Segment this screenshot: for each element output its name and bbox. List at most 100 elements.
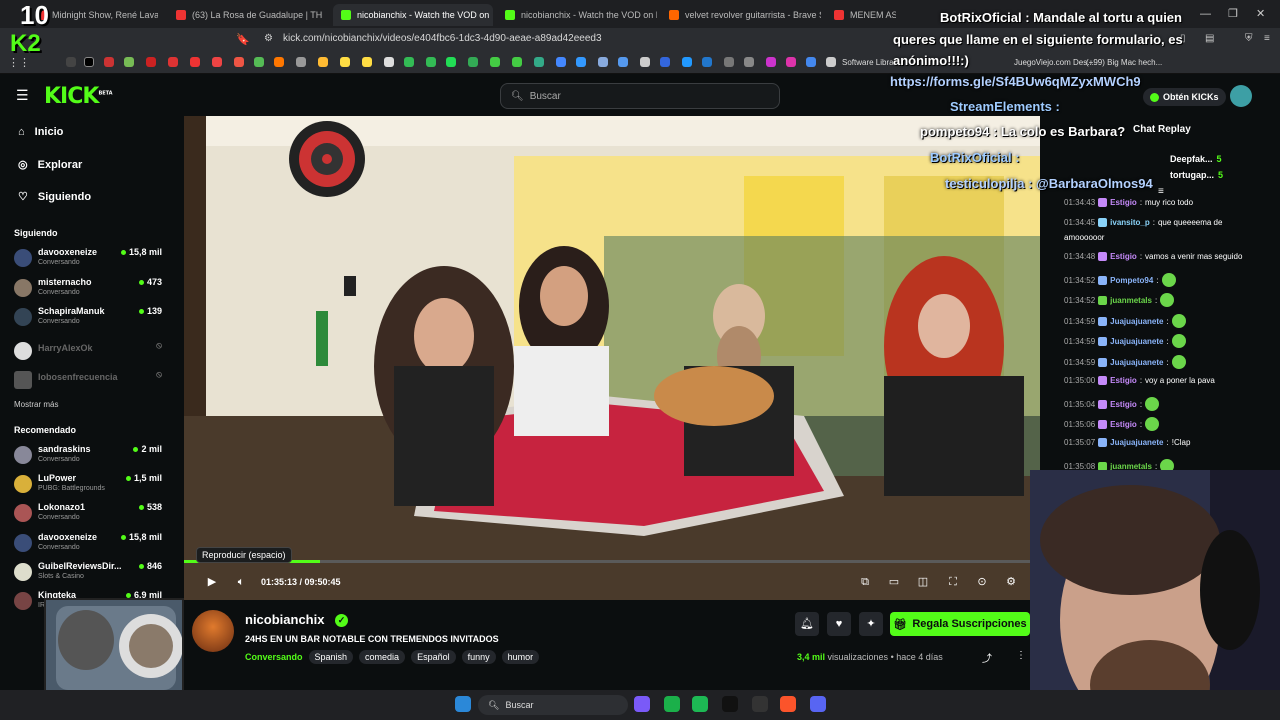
site-settings-icon[interactable]: ⚙ [264,33,273,44]
speed-icon[interactable]: ⊙ [975,575,989,589]
maximize-icon[interactable]: ❐ [1228,7,1238,20]
chat-username[interactable]: juanmetals [1110,296,1152,305]
chat-username[interactable]: ivansito_p [1110,218,1150,227]
bookmark-link[interactable]: JuegoViejo.com Des... [1014,58,1094,67]
bookmark-icon[interactable] [340,57,350,67]
sidebar-channel[interactable]: GuibelReviewsDir... Slots & Casino 846 [14,561,164,587]
bookmark-icon[interactable] [146,57,156,67]
chat-username[interactable]: Juajuajuanete [1110,337,1163,346]
bookmark-icon[interactable] [274,57,284,67]
menu-icon[interactable]: ≡ [1264,33,1270,44]
linkedin-bookmark-icon[interactable] [702,57,712,67]
video-player[interactable] [184,116,1040,600]
tag[interactable]: comedia [359,650,406,664]
show-more-link[interactable]: Mostrar más [14,400,58,409]
browser-tab[interactable]: MENEM ASTR [826,4,896,26]
sidebar-channel-offline[interactable]: lobosenfrecuencia ⦸ [14,369,164,395]
tag[interactable]: Spanish [308,650,354,664]
bookmark-icon[interactable] [468,57,478,67]
bookmark-icon[interactable] [168,57,178,67]
channel-name[interactable]: nicobianchix [245,612,324,627]
start-menu-icon[interactable] [455,696,471,712]
hamburger-menu-icon[interactable]: ☰ [16,87,29,104]
bookmark-icon[interactable] [618,57,628,67]
browser-tab-active[interactable]: nicobianchix - Watch the VOD on✕ [333,4,493,26]
share-icon[interactable]: ⤴ [982,650,992,665]
nav-following[interactable]: ♡ Siguiendo [18,190,91,204]
chat-username[interactable]: Estigio [1110,420,1137,429]
follow-heart-icon[interactable]: ♥ [827,612,851,636]
notification-bell-icon[interactable]: 🔔︎ [795,612,819,636]
browser-tab[interactable]: velvet revolver guitarrista - Brave Se [661,4,821,26]
tag[interactable]: Español [411,650,456,664]
x-bookmark-icon[interactable] [84,57,94,67]
app-icon[interactable] [634,696,650,712]
channel-avatar[interactable] [192,610,234,652]
chat-username[interactable]: Juajuajuanete [1110,317,1163,326]
bookmark-icon[interactable] [404,57,414,67]
fullscreen-icon[interactable]: ⛶ [946,575,960,589]
sidebar-channel[interactable]: SchapiraManuk Conversando 139 [14,306,164,332]
vpn-icon[interactable]: ⛨ [1245,33,1253,44]
top-gifter[interactable]: tortugap... 5 [1170,170,1223,180]
spotify-icon[interactable] [692,696,708,712]
category-link[interactable]: Conversando [245,652,303,662]
gift-subs-button[interactable]: 🎁︎ Regala Suscripciones [890,612,1030,636]
bookmark-icon[interactable] [254,57,264,67]
brave-icon[interactable] [780,696,796,712]
chat-username[interactable]: Estigio [1110,252,1137,261]
bookmark-icon[interactable] [426,57,436,67]
search-input[interactable]: 🔍︎ Buscar [500,83,780,109]
tag[interactable]: funny [461,650,496,664]
browser-tab[interactable]: nicobianchix - Watch the VOD on Ki [497,4,657,26]
sidebar-channel[interactable]: misternacho Conversando 473 [14,277,164,303]
bookmark-link[interactable]: (+99) Big Mac hech... [1086,58,1162,67]
chat-menu-icon[interactable]: ≡ [1158,186,1164,197]
chat-username[interactable]: Estigio [1110,376,1137,385]
bookmark-icon[interactable] [124,57,134,67]
bookmark-icon[interactable] [534,57,544,67]
nav-home[interactable]: ⌂ Inicio [18,126,63,138]
play-icon[interactable]: ▶ [205,575,219,589]
minimize-icon[interactable]: — [1200,8,1211,20]
bookmark-link[interactable]: Software Librar [842,58,896,67]
sidebar-channel[interactable]: Lokonazo1 Conversando 538 [14,502,164,528]
bookmark-icon[interactable] [66,57,76,67]
get-kicks-button[interactable]: Obtén KICKs [1143,88,1226,106]
theater-mode-icon[interactable]: ▭ [887,575,901,589]
bookmark-icon[interactable] [362,57,372,67]
bookmark-icon[interactable] [104,57,114,67]
sidebar-channel[interactable]: davooxeneize Conversando 15,8 mil [14,532,164,558]
kick-logo[interactable]: KICKBETA [44,84,113,109]
clip-icon[interactable]: ⧉ [858,575,872,589]
instagram-bookmark-icon[interactable] [786,57,796,67]
nav-explore[interactable]: ◎ Explorar [18,158,82,172]
app-icon[interactable] [752,696,768,712]
facebook-bookmark-icon[interactable] [660,57,670,67]
bookmark-icon[interactable] [318,57,328,67]
bookmark-icon[interactable] [682,57,692,67]
url-text[interactable]: kick.com/nicobianchix/videos/e404fbc6-1d… [283,33,602,44]
bookmark-icon[interactable] [724,57,734,67]
bookmark-icon[interactable]: 🔖 [236,33,250,46]
app-icon[interactable] [722,696,738,712]
sidebar-channel[interactable]: sandraskins Conversando 2 mil [14,444,164,470]
bookmark-icon[interactable] [190,57,200,67]
chat-username[interactable]: Juajuajuanete [1110,358,1163,367]
bookmark-icon[interactable] [234,57,244,67]
discord-icon[interactable] [810,696,826,712]
bookmark-icon[interactable] [640,57,650,67]
bookmark-icon[interactable] [446,57,456,67]
bookmark-icon[interactable] [576,57,586,67]
bookmark-icon[interactable] [384,57,394,67]
sidebar-channel-offline[interactable]: HarryAlexOk ⦸ [14,340,164,366]
bookmark-icon[interactable] [490,57,500,67]
bookmark-icon[interactable] [598,57,608,67]
bookmark-icon[interactable] [512,57,522,67]
chat-username[interactable]: Estigio [1110,198,1137,207]
user-avatar[interactable] [1230,85,1252,107]
taskbar-search[interactable]: 🔍︎ Buscar [478,695,628,715]
sidebar-channel[interactable]: davooxeneize Conversando 15,8 mil [14,247,164,273]
wallet-icon[interactable]: ▤ [1205,33,1214,44]
pip-icon[interactable]: ◫ [916,575,930,589]
